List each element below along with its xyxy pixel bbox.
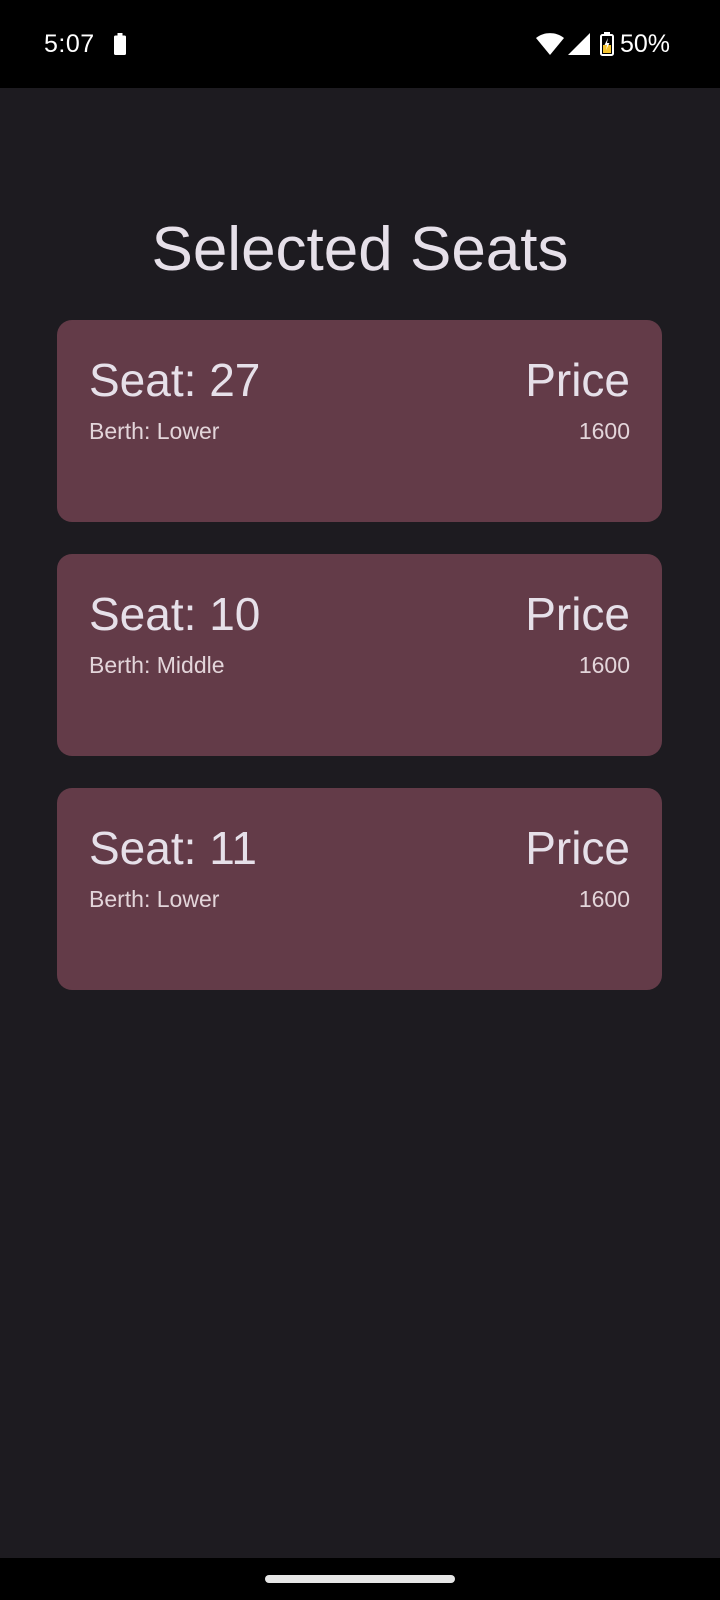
seat-number: Seat: 10 [89,588,261,640]
seat-number: Seat: 11 [89,822,257,874]
seat-number: Seat: 27 [89,354,261,406]
signal-icon [567,33,590,55]
price-value: 1600 [578,418,630,444]
wifi-icon [535,33,564,55]
page-title: Selected Seats [151,215,569,284]
battery-charging-icon [599,32,614,56]
price-value: 1600 [578,886,630,912]
price-label: Price [525,822,630,874]
berth-label: Berth: Lower [89,418,220,444]
seat-card[interactable]: Seat: 11 Berth: Lower Price 1600 [57,788,662,990]
status-bar: 5:07 50% [0,0,720,88]
seat-card[interactable]: Seat: 27 Berth: Lower Price 1600 [57,320,662,522]
price-label: Price [525,588,630,640]
status-icons: 50% [535,28,670,60]
price-value: 1600 [578,652,630,678]
berth-label: Berth: Middle [89,652,225,678]
price-label: Price [525,354,630,406]
status-time: 5:07 [44,30,95,58]
seat-list: Seat: 27 Berth: Lower Price 1600 Seat: 1… [57,320,662,1022]
battery-percent: 50% [619,30,670,58]
seat-card[interactable]: Seat: 10 Berth: Middle Price 1600 [57,554,662,756]
berth-label: Berth: Lower [89,886,220,912]
battery-icon [114,33,126,55]
home-gesture-handle[interactable] [265,1575,455,1583]
